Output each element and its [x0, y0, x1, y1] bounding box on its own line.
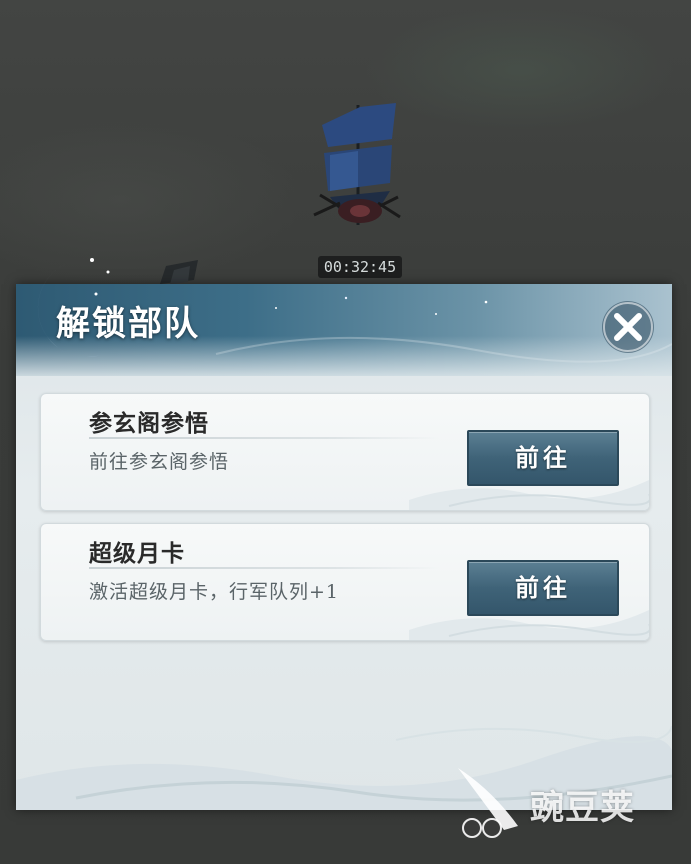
ship-icon[interactable]: [150, 258, 210, 284]
unlock-option-card: 超级月卡 激活超级月卡，行军队列+1 前往: [40, 523, 650, 641]
close-icon: [603, 302, 653, 352]
divider: [89, 437, 439, 439]
go-button[interactable]: 前往: [467, 560, 619, 616]
go-button[interactable]: 前往: [467, 430, 619, 486]
unlock-option-card: 参玄阁参悟 前往参玄阁参悟 前往: [40, 393, 650, 511]
option-title: 参玄阁参悟: [89, 410, 209, 437]
option-description: 前往参玄阁参悟: [89, 451, 230, 473]
march-timer: 00:32:45: [318, 256, 402, 278]
close-button[interactable]: [602, 301, 654, 353]
dialog-title: 解锁部队: [56, 304, 200, 344]
divider: [89, 567, 439, 569]
option-description: 激活超级月卡，行军队列+1: [89, 581, 340, 603]
option-title: 超级月卡: [89, 540, 185, 567]
ship-icon[interactable]: [300, 95, 420, 245]
watermark-text: 豌豆荚: [530, 788, 635, 828]
